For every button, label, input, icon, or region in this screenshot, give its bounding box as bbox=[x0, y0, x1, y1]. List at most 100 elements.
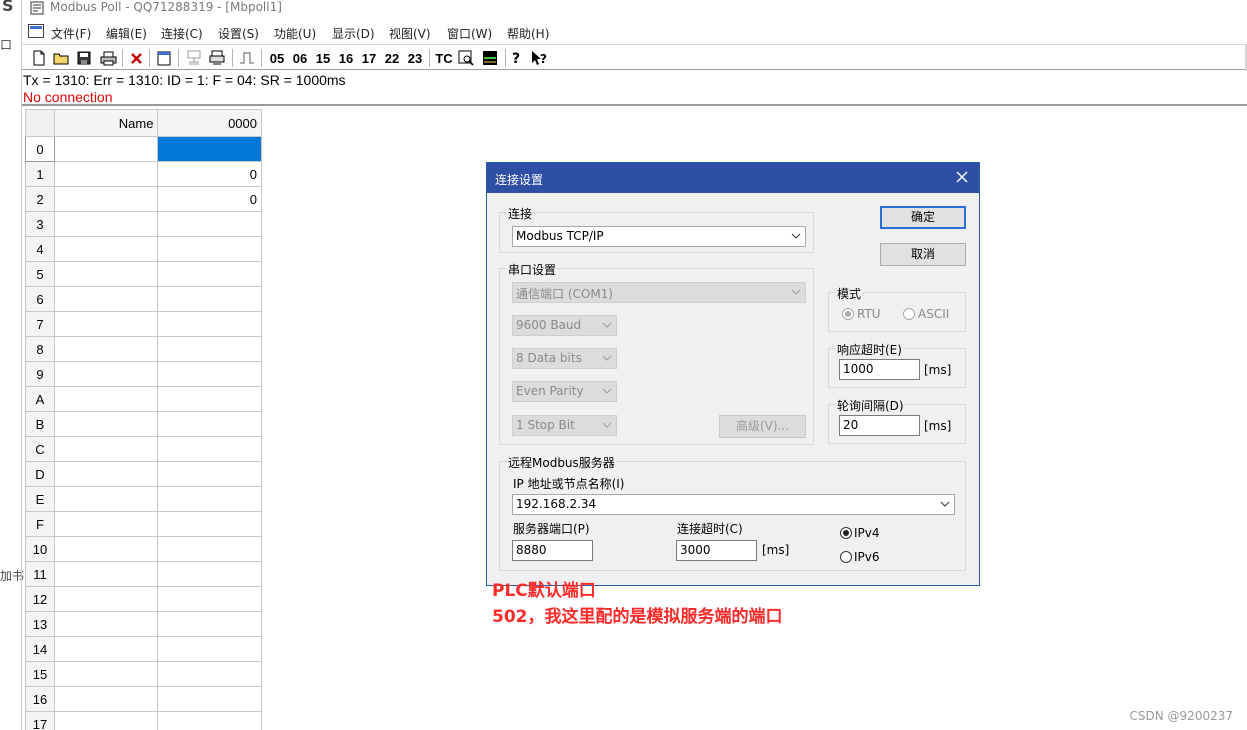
value-cell[interactable] bbox=[157, 436, 262, 462]
table-row[interactable]: D bbox=[25, 461, 262, 487]
name-cell[interactable] bbox=[53, 511, 159, 537]
row-header[interactable]: 16 bbox=[25, 686, 55, 712]
value-cell[interactable] bbox=[157, 536, 262, 562]
mode-rtu-radio[interactable] bbox=[842, 308, 854, 320]
table-row[interactable]: 12 bbox=[25, 586, 262, 612]
table-row[interactable]: 3 bbox=[25, 211, 262, 237]
row-header[interactable]: 7 bbox=[25, 311, 55, 337]
name-cell[interactable] bbox=[53, 661, 159, 687]
row-header[interactable]: 2 bbox=[25, 186, 55, 212]
ipv4-radio[interactable] bbox=[840, 527, 852, 539]
name-cell[interactable] bbox=[53, 361, 159, 387]
context-help-icon[interactable]: ? bbox=[530, 48, 550, 68]
value-cell[interactable] bbox=[157, 286, 262, 312]
name-cell[interactable] bbox=[53, 611, 159, 637]
row-header[interactable]: D bbox=[25, 461, 55, 487]
value-cell[interactable] bbox=[157, 486, 262, 512]
name-cell[interactable] bbox=[53, 336, 159, 362]
row-header[interactable]: F bbox=[25, 511, 55, 537]
table-row[interactable]: 20 bbox=[25, 186, 262, 212]
name-cell[interactable] bbox=[53, 561, 159, 587]
connect-icon[interactable] bbox=[184, 48, 204, 68]
name-cell[interactable] bbox=[53, 686, 159, 712]
table-row[interactable]: E bbox=[25, 486, 262, 512]
response-timeout-input[interactable]: 1000 bbox=[839, 359, 920, 380]
value-cell[interactable]: 0 bbox=[157, 186, 262, 212]
table-row[interactable]: A bbox=[25, 386, 262, 412]
value-cell[interactable] bbox=[157, 461, 262, 487]
row-header[interactable]: 12 bbox=[25, 586, 55, 612]
table-row[interactable]: 11 bbox=[25, 561, 262, 587]
table-row[interactable]: 8 bbox=[25, 336, 262, 362]
table-row[interactable]: B bbox=[25, 411, 262, 437]
row-header[interactable]: A bbox=[25, 386, 55, 412]
server-port-input[interactable]: 8880 bbox=[512, 540, 593, 561]
tc-button[interactable]: TC bbox=[433, 48, 455, 68]
value-cell[interactable] bbox=[157, 236, 262, 262]
data-bits-select[interactable]: 8 Data bits bbox=[512, 348, 617, 369]
menu-window[interactable]: 窗口(W) bbox=[447, 25, 492, 42]
name-cell[interactable] bbox=[53, 711, 159, 730]
fc23-button[interactable]: 23 bbox=[405, 48, 425, 68]
traffic-monitor-icon[interactable] bbox=[480, 48, 500, 68]
row-header[interactable]: 4 bbox=[25, 236, 55, 262]
serial-port-select[interactable]: 通信端口 (COM1) bbox=[512, 282, 806, 303]
table-row[interactable]: 15 bbox=[25, 661, 262, 687]
table-row[interactable]: 13 bbox=[25, 611, 262, 637]
window-icon[interactable] bbox=[155, 48, 173, 68]
row-header[interactable]: 6 bbox=[25, 286, 55, 312]
table-row[interactable]: 4 bbox=[25, 236, 262, 262]
print-icon[interactable] bbox=[98, 48, 118, 68]
row-header[interactable]: 5 bbox=[25, 261, 55, 287]
value-cell[interactable] bbox=[157, 311, 262, 337]
name-cell[interactable] bbox=[53, 536, 159, 562]
poll-delay-input[interactable]: 20 bbox=[839, 415, 920, 436]
value-cell[interactable] bbox=[157, 386, 262, 412]
row-header[interactable]: 14 bbox=[25, 636, 55, 662]
baud-select[interactable]: 9600 Baud bbox=[512, 315, 617, 336]
new-icon[interactable] bbox=[30, 48, 48, 68]
name-cell[interactable] bbox=[53, 436, 159, 462]
fc06-button[interactable]: 06 bbox=[290, 48, 310, 68]
value-cell[interactable] bbox=[157, 611, 262, 637]
table-row[interactable]: F bbox=[25, 511, 262, 537]
menu-functions[interactable]: 功能(U) bbox=[274, 25, 316, 42]
row-header[interactable]: 10 bbox=[25, 536, 55, 562]
column-header-name[interactable]: Name bbox=[53, 109, 159, 137]
value-cell[interactable] bbox=[157, 361, 262, 387]
fc16-button[interactable]: 16 bbox=[336, 48, 356, 68]
row-header[interactable]: C bbox=[25, 436, 55, 462]
name-cell[interactable] bbox=[53, 461, 159, 487]
stop-bits-select[interactable]: 1 Stop Bit bbox=[512, 415, 617, 436]
menu-display[interactable]: 显示(D) bbox=[332, 25, 375, 42]
column-header-address[interactable]: 0000 bbox=[157, 109, 262, 137]
ip-address-combo[interactable]: 192.168.2.34 bbox=[512, 494, 955, 515]
name-cell[interactable] bbox=[53, 161, 159, 187]
row-header[interactable]: 15 bbox=[25, 661, 55, 687]
name-cell[interactable] bbox=[53, 186, 159, 212]
name-cell[interactable] bbox=[53, 386, 159, 412]
table-row[interactable]: 16 bbox=[25, 686, 262, 712]
menu-file[interactable]: 文件(F) bbox=[51, 25, 91, 42]
value-cell[interactable] bbox=[157, 586, 262, 612]
help-icon[interactable]: ? bbox=[508, 48, 526, 68]
advanced-button[interactable]: 高级(V)... bbox=[719, 415, 806, 438]
pulse-icon[interactable] bbox=[237, 48, 257, 68]
row-header[interactable]: 0 bbox=[25, 136, 55, 162]
menu-setup[interactable]: 设置(S) bbox=[218, 25, 259, 42]
name-cell[interactable] bbox=[53, 286, 159, 312]
name-cell[interactable] bbox=[53, 211, 159, 237]
value-cell[interactable] bbox=[157, 136, 262, 162]
value-cell[interactable] bbox=[157, 411, 262, 437]
mode-ascii-radio[interactable] bbox=[903, 308, 915, 320]
table-row[interactable]: 5 bbox=[25, 261, 262, 287]
value-cell[interactable]: 0 bbox=[157, 161, 262, 187]
value-cell[interactable] bbox=[157, 561, 262, 587]
table-row[interactable]: 17 bbox=[25, 711, 262, 730]
table-row[interactable]: C bbox=[25, 436, 262, 462]
row-header[interactable]: E bbox=[25, 486, 55, 512]
value-cell[interactable] bbox=[157, 511, 262, 537]
disconnect-icon[interactable] bbox=[207, 48, 227, 68]
row-header[interactable]: 1 bbox=[25, 161, 55, 187]
ipv6-radio[interactable] bbox=[840, 551, 852, 563]
